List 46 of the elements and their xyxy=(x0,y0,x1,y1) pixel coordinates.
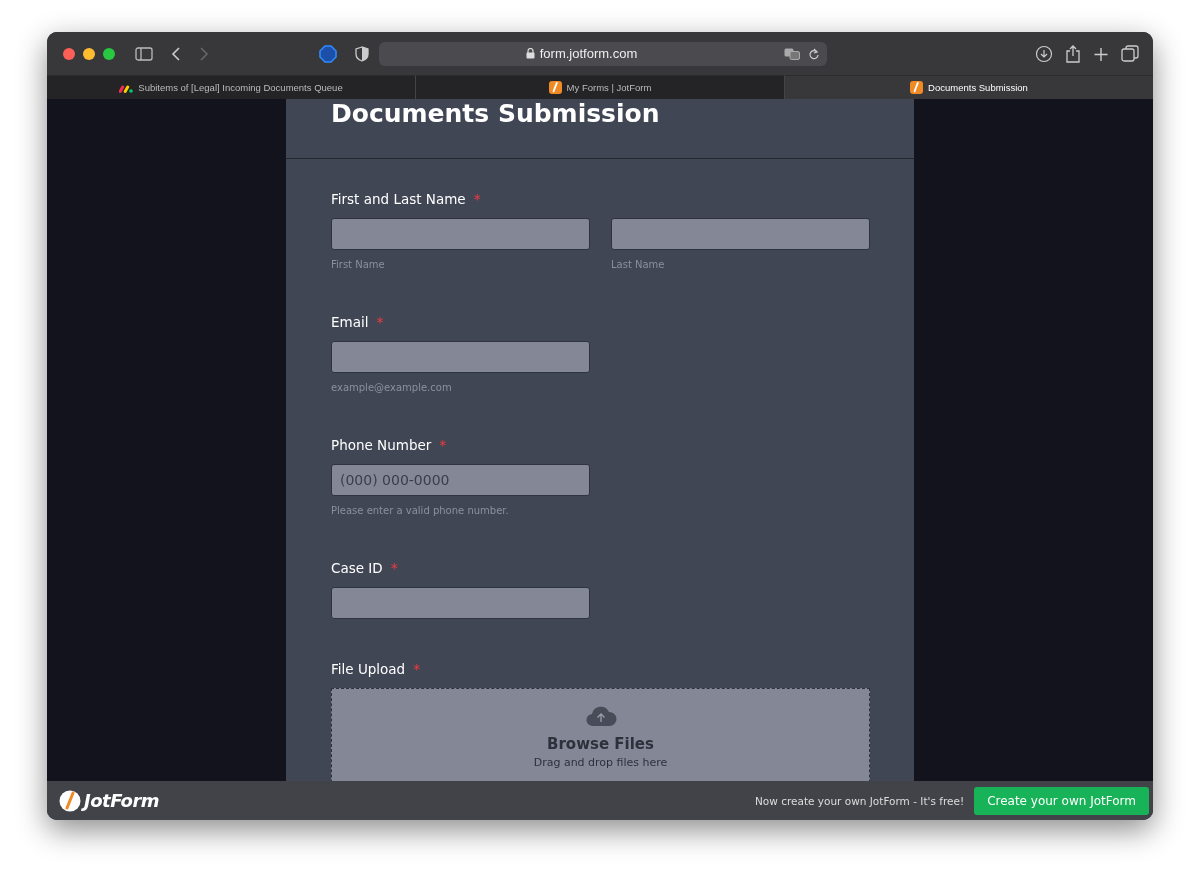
download-icon[interactable] xyxy=(1035,44,1053,63)
required-mark: * xyxy=(390,560,398,576)
zoom-button[interactable] xyxy=(103,47,115,60)
browser-tab[interactable]: My Forms | JotForm xyxy=(416,75,785,99)
cloud-upload-icon xyxy=(584,705,617,727)
sidebar-icon[interactable] xyxy=(135,46,153,61)
field-label: File Upload xyxy=(331,661,406,677)
required-mark: * xyxy=(473,191,481,207)
shield-icon[interactable] xyxy=(355,45,369,62)
field-sublabel: example@example.com xyxy=(331,382,453,393)
browse-files-label: Browse Files xyxy=(547,735,654,753)
field-label: Phone Number xyxy=(331,437,432,453)
address-bar[interactable]: form.jotform.com xyxy=(379,41,827,66)
close-button[interactable] xyxy=(63,47,75,60)
input-field[interactable] xyxy=(611,218,870,250)
drop-hint: Drag and drop files here xyxy=(533,756,668,770)
field-label: Case ID xyxy=(331,560,383,576)
required-mark: * xyxy=(413,661,421,677)
octagon-extension-icon[interactable] xyxy=(319,44,337,63)
back-icon[interactable] xyxy=(171,46,181,61)
field-label: Email xyxy=(331,314,369,330)
share-icon[interactable] xyxy=(1065,44,1081,63)
input-field[interactable] xyxy=(331,218,590,250)
translate-icon[interactable] xyxy=(784,47,800,60)
pen-logo-icon xyxy=(59,789,81,812)
required-mark: * xyxy=(376,314,384,330)
browser-tab[interactable]: Subitems of [Legal] Incoming Documents Queue xyxy=(47,75,416,99)
field-sublabel: Please enter a valid phone number. xyxy=(331,505,510,516)
form-title: Documents Submission xyxy=(331,99,661,129)
tab-overview-icon[interactable] xyxy=(1121,44,1139,63)
minimize-button[interactable] xyxy=(83,47,95,60)
browser-tab[interactable]: Documents Submission xyxy=(785,75,1153,99)
field-sublabel: First Name xyxy=(331,259,386,270)
pen-logo-icon xyxy=(910,81,924,94)
lock-icon xyxy=(525,48,535,59)
input-field[interactable] xyxy=(331,587,590,619)
url-text: form.jotform.com xyxy=(539,46,638,61)
pen-logo-icon xyxy=(548,81,562,94)
input-field[interactable] xyxy=(331,341,590,373)
file-drop-zone[interactable]: Browse Files Drag and drop files here xyxy=(331,688,870,781)
promo-text: Now create your own JotForm - It's free! xyxy=(754,794,965,807)
required-mark: * xyxy=(439,437,447,453)
input-field[interactable]: (000) 000-0000 xyxy=(331,464,590,496)
reload-icon[interactable] xyxy=(808,47,819,60)
field-label: First and Last Name xyxy=(331,191,466,207)
field-sublabel: Last Name xyxy=(611,259,666,270)
